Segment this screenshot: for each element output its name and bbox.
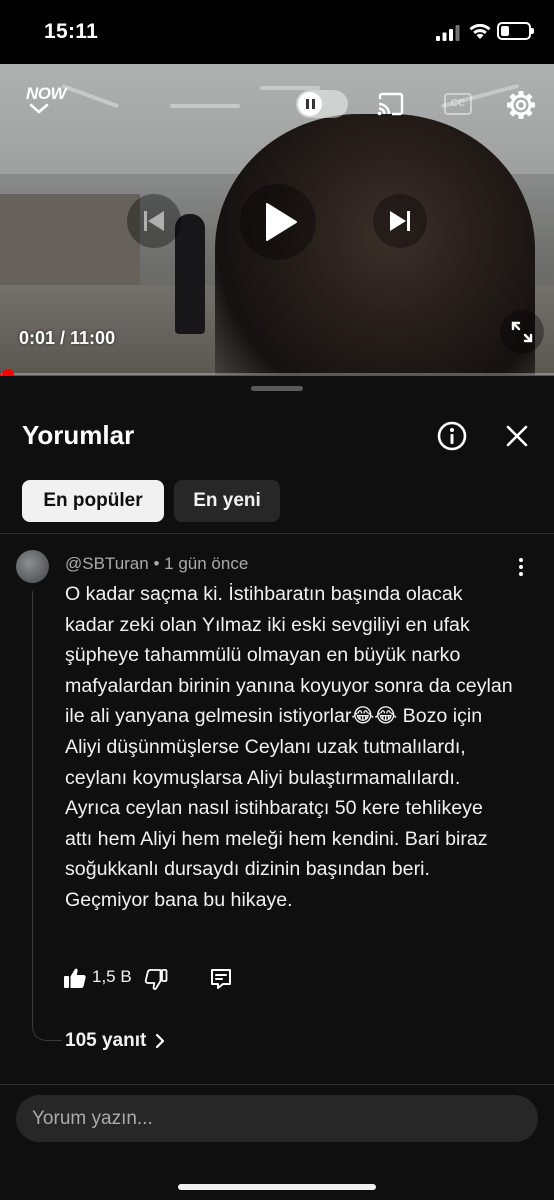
sort-chip-popular[interactable]: En popüler [22, 480, 164, 522]
more-vert-icon[interactable] [510, 556, 532, 578]
view-replies-button[interactable]: 105 yanıt [65, 1030, 168, 1052]
time-display: 0:01 / 11:00 [19, 328, 116, 348]
next-video-button[interactable] [373, 194, 427, 248]
thumbs-up-icon[interactable] [63, 966, 87, 990]
status-time: 15:11 [44, 20, 99, 43]
comment-meta: @SBTuran • 1 gün önce [65, 554, 249, 573]
comment-time: 1 gün önce [164, 554, 249, 573]
fullscreen-icon [511, 321, 533, 343]
cast-icon[interactable] [377, 92, 405, 116]
thread-line [32, 591, 62, 1041]
reply-icon[interactable] [209, 967, 233, 991]
skip-next-icon [390, 211, 410, 231]
battery-icon [497, 22, 534, 40]
cellular-signal-icon [436, 25, 460, 41]
chevron-down-icon[interactable] [28, 100, 50, 116]
drag-handle[interactable] [251, 386, 303, 391]
home-indicator[interactable] [178, 1184, 376, 1190]
divider [0, 533, 554, 534]
comment-author[interactable]: @SBTuran [65, 554, 149, 573]
autoplay-toggle[interactable] [296, 90, 348, 118]
pause-icon [298, 92, 322, 116]
chevron-right-icon [156, 1033, 165, 1049]
wifi-icon [469, 23, 491, 39]
comments-panel: Yorumlar En popüler En yeni @SBTuran • 1… [0, 376, 554, 1200]
comment-input[interactable] [32, 1095, 522, 1142]
comment-text: O kadar saçma ki. İstihbaratın başında o… [65, 583, 513, 911]
comment-composer[interactable] [16, 1095, 538, 1142]
gear-icon[interactable] [506, 90, 536, 120]
cc-icon[interactable]: CC [444, 93, 472, 115]
status-bar: 15:11 [0, 0, 554, 64]
sort-chip-newest[interactable]: En yeni [174, 480, 280, 522]
skip-previous-icon [144, 211, 164, 231]
replies-label: 105 yanıt [65, 1030, 147, 1051]
previous-video-button[interactable] [127, 194, 181, 248]
panel-title: Yorumlar [22, 420, 135, 450]
play-icon [266, 203, 297, 241]
close-icon[interactable] [503, 422, 531, 450]
thumbs-down-icon[interactable] [144, 968, 168, 992]
battery-level [501, 26, 509, 36]
avatar[interactable] [16, 550, 49, 583]
fullscreen-button[interactable] [500, 310, 544, 354]
play-button[interactable] [240, 184, 316, 260]
divider [0, 1084, 554, 1085]
like-count: 1,5 B [92, 967, 132, 986]
info-icon[interactable] [436, 420, 468, 452]
